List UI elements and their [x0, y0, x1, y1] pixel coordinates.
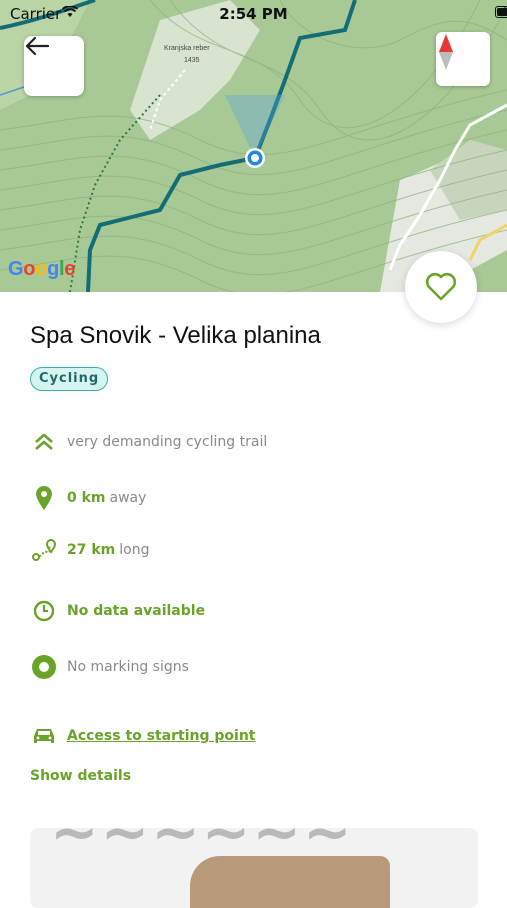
length-row: 27 km long [30, 536, 149, 564]
promo-card[interactable]: ~~~~~~ [30, 828, 478, 908]
heart-icon [425, 272, 457, 302]
access-starting-point-link[interactable]: Access to starting point [67, 728, 255, 744]
google-logo: Google [8, 258, 75, 281]
trail-map[interactable]: Kranjska reber 1435 Carrier 2:54 PM Goog… [0, 0, 507, 292]
marking-text: No marking signs [67, 659, 189, 675]
map-pin-icon [35, 485, 53, 511]
promo-image [190, 856, 390, 908]
wifi-icon [62, 6, 78, 18]
marking-row: No marking signs [30, 653, 189, 681]
favorite-button[interactable] [405, 251, 477, 323]
car-icon [32, 726, 56, 746]
battery-icon [495, 6, 507, 18]
marking-sign-icon [31, 654, 57, 680]
difficulty-row: very demanding cycling trail [30, 428, 267, 456]
difficulty-text: very demanding cycling trail [67, 434, 267, 450]
distance-suffix: away [110, 490, 147, 506]
duration-text: No data available [67, 603, 205, 619]
double-chevron-up-icon [33, 432, 55, 452]
distance-value: 0 km [67, 490, 106, 506]
trail-title: Spa Snovik - Velika planina [30, 322, 321, 350]
back-button[interactable] [24, 36, 84, 96]
compass-icon [436, 32, 456, 72]
map-peak-label: Kranjska reber [164, 45, 210, 52]
distance-row: 0 km away [30, 484, 146, 512]
arrow-left-icon [24, 36, 50, 56]
category-badge: Cycling [30, 367, 108, 391]
length-value: 27 km [67, 542, 115, 558]
show-details-link[interactable]: Show details [30, 768, 131, 784]
route-icon [31, 538, 57, 562]
access-row[interactable]: Access to starting point [30, 722, 255, 750]
status-bar: Carrier 2:54 PM [0, 0, 507, 28]
duration-row: No data available [30, 597, 209, 625]
compass-button[interactable] [436, 32, 490, 86]
clock-icon [33, 600, 55, 622]
length-suffix: long [119, 542, 149, 558]
map-elevation-label: 1435 [184, 57, 200, 64]
